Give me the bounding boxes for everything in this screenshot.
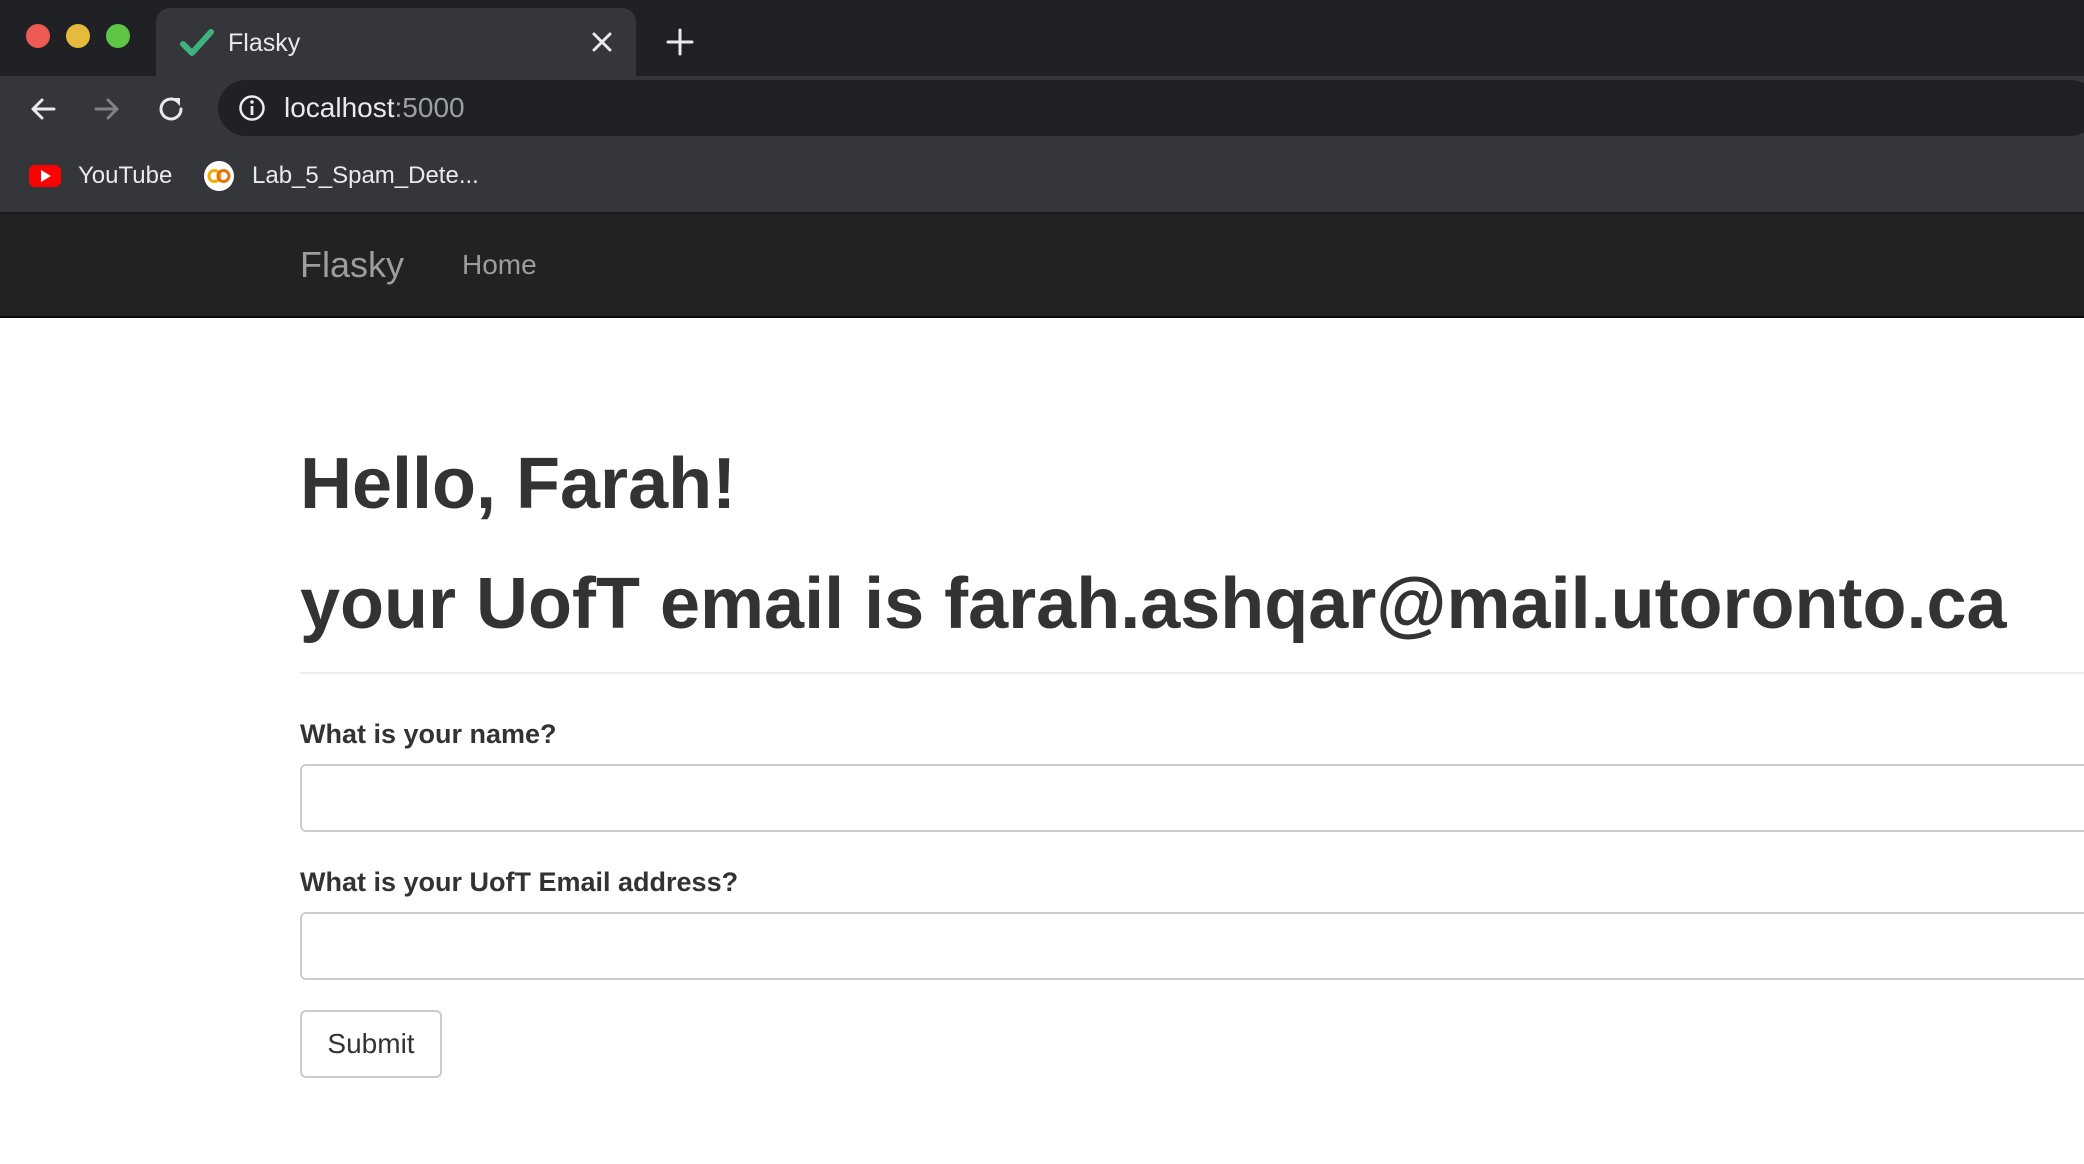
green-check-icon [180, 29, 214, 56]
browser-toolbar: localhost:5000 [0, 76, 2084, 140]
bookmark-label: YouTube [78, 162, 173, 189]
bookmark-colab[interactable]: Lab_5_Spam_Dete... [202, 158, 479, 194]
address-bar[interactable]: localhost:5000 [218, 80, 2084, 136]
email-input[interactable] [300, 912, 2084, 980]
url-host: localhost [284, 92, 395, 123]
youtube-icon [29, 165, 61, 187]
reload-icon[interactable] [156, 94, 186, 124]
browser-tab-strip: Flasky [0, 0, 2084, 76]
url-text: localhost:5000 [284, 92, 465, 124]
name-input[interactable] [300, 764, 2084, 832]
back-arrow-icon[interactable] [28, 94, 58, 124]
header-divider [300, 672, 2084, 674]
tab-title: Flasky [228, 29, 301, 57]
info-icon[interactable] [238, 94, 266, 122]
minimize-window-button[interactable] [66, 24, 90, 48]
colab-icon [204, 161, 234, 191]
maximize-window-button[interactable] [106, 24, 130, 48]
new-tab-icon[interactable] [666, 28, 694, 56]
name-label: What is your name? [300, 719, 557, 749]
bookmark-label: Lab_5_Spam_Dete... [252, 162, 479, 189]
nav-link-home[interactable]: Home [462, 248, 537, 282]
close-window-button[interactable] [26, 24, 50, 48]
browser-tab[interactable]: Flasky [156, 8, 636, 76]
bookmarks-bar: YouTube Lab_5_Spam_Dete... [0, 140, 2084, 214]
email-heading: your UofT email is farah.ashqar@mail.uto… [300, 564, 2007, 644]
forward-arrow-icon[interactable] [92, 94, 122, 124]
bookmark-youtube[interactable]: YouTube [28, 158, 172, 194]
site-navbar: Flasky Home [0, 214, 2084, 318]
navbar-brand[interactable]: Flasky [300, 244, 404, 286]
greeting-heading: Hello, Farah! [300, 444, 737, 524]
submit-button[interactable]: Submit [300, 1010, 442, 1078]
close-icon[interactable] [590, 30, 614, 54]
url-port: :5000 [394, 92, 465, 123]
email-label: What is your UofT Email address? [300, 867, 739, 897]
